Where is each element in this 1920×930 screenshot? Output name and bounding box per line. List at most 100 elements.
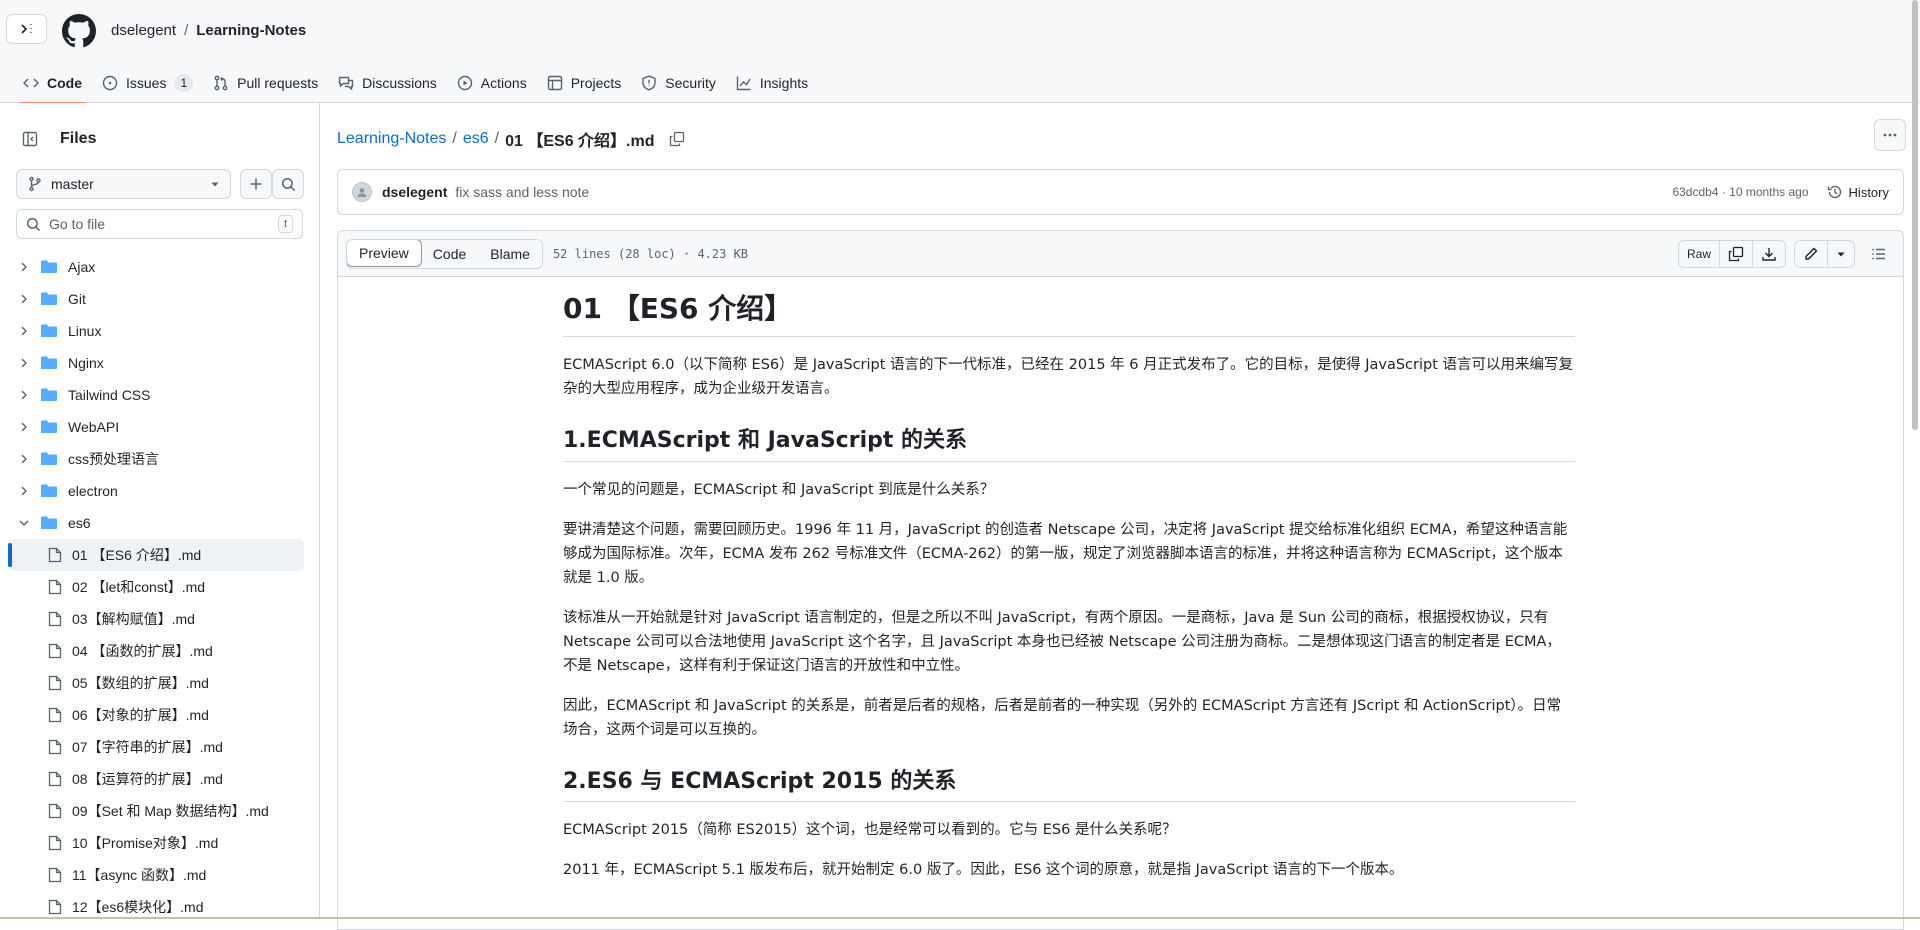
tree-file[interactable]: 06【对象的扩展】.md bbox=[8, 699, 304, 731]
tree-file[interactable]: 09【Set 和 Map 数据结构】.md bbox=[8, 795, 304, 827]
tree-folder-tailwind-css[interactable]: Tailwind CSS bbox=[8, 379, 304, 411]
tab-label: Projects bbox=[571, 75, 622, 91]
chevron-right-icon[interactable] bbox=[16, 261, 32, 273]
edit-dropdown-button[interactable] bbox=[1828, 241, 1854, 267]
tab-insights[interactable]: Insights bbox=[726, 63, 818, 103]
search-files-button[interactable] bbox=[272, 169, 304, 199]
caret-down-icon bbox=[1836, 249, 1846, 259]
go-to-file-input[interactable] bbox=[49, 216, 270, 232]
chevron-right-icon[interactable] bbox=[16, 357, 32, 369]
commit-hash-time[interactable]: 63dcdb4 · 10 months ago bbox=[1672, 185, 1808, 199]
commit-author-link[interactable]: dselegent bbox=[382, 184, 447, 200]
file-content-box: Preview Code Blame 52 lines (28 loc) · 4… bbox=[337, 230, 1904, 930]
tree-file[interactable]: 04 【函数的扩展】.md bbox=[8, 635, 304, 667]
chevron-right-icon[interactable] bbox=[16, 453, 32, 465]
tab-projects[interactable]: Projects bbox=[537, 63, 632, 103]
breadcrumb-separator: / bbox=[495, 130, 499, 148]
tree-folder-webapi[interactable]: WebAPI bbox=[8, 411, 304, 443]
tree-folder-linux[interactable]: Linux bbox=[8, 315, 304, 347]
tree-item-label: Ajax bbox=[68, 259, 95, 275]
code-tab-button[interactable]: Code bbox=[421, 240, 478, 268]
chevron-right-icon[interactable] bbox=[16, 485, 32, 497]
copy-icon bbox=[669, 131, 685, 147]
preview-tab-button[interactable]: Preview bbox=[346, 239, 422, 267]
add-file-button[interactable] bbox=[240, 169, 272, 199]
collapse-sidebar-button[interactable] bbox=[14, 123, 46, 155]
tree-file[interactable]: 07【字符串的扩展】.md bbox=[8, 731, 304, 763]
folder-icon bbox=[40, 419, 58, 435]
raw-button[interactable]: Raw bbox=[1679, 241, 1720, 267]
history-label: History bbox=[1849, 185, 1889, 200]
tree-file[interactable]: 10【Promise对象】.md bbox=[8, 827, 304, 859]
tree-item-label: electron bbox=[68, 483, 118, 499]
tree-folder-es6[interactable]: es6 bbox=[8, 507, 304, 539]
breadcrumb-repo-link[interactable]: Learning-Notes bbox=[337, 130, 446, 148]
tab-security[interactable]: Security bbox=[631, 63, 726, 103]
tab-code[interactable]: Code bbox=[13, 63, 92, 103]
chevron-down-icon[interactable] bbox=[16, 517, 32, 529]
blame-tab-button[interactable]: Blame bbox=[478, 240, 542, 268]
commit-message-link[interactable]: fix sass and less note bbox=[455, 184, 589, 200]
tree-folder-ajax[interactable]: Ajax bbox=[8, 251, 304, 283]
download-button[interactable] bbox=[1753, 241, 1785, 267]
tree-file-es6-intro[interactable]: 01 【ES6 介绍】.md bbox=[8, 539, 304, 571]
history-button[interactable]: History bbox=[1827, 184, 1889, 200]
chevron-right-icon[interactable] bbox=[16, 293, 32, 305]
tree-file[interactable]: 05【数组的扩展】.md bbox=[8, 667, 304, 699]
tree-file[interactable]: 08【运算符的扩展】.md bbox=[8, 763, 304, 795]
file-icon bbox=[48, 771, 62, 787]
tree-folder-nginx[interactable]: Nginx bbox=[8, 347, 304, 379]
tree-file[interactable]: 11【async 函数】.md bbox=[8, 859, 304, 891]
go-to-file-field[interactable]: t bbox=[16, 209, 303, 239]
shortcut-key: t bbox=[278, 215, 293, 233]
tab-label: Issues bbox=[126, 75, 166, 91]
search-icon bbox=[281, 177, 296, 192]
tree-item-label: Git bbox=[68, 291, 86, 307]
tree-file[interactable]: 03【解构赋值】.md bbox=[8, 603, 304, 635]
chevron-right-icon[interactable] bbox=[16, 421, 32, 433]
file-icon bbox=[48, 803, 62, 819]
copy-raw-button[interactable] bbox=[1720, 241, 1753, 267]
view-mode-switch: Preview Code Blame bbox=[346, 239, 543, 269]
folder-icon bbox=[40, 355, 58, 371]
more-options-button[interactable] bbox=[1874, 119, 1906, 151]
avatar[interactable] bbox=[352, 182, 372, 202]
sidebar-expand-icon bbox=[18, 21, 36, 37]
paragraph: 因此，ECMAScript 和 JavaScript 的关系是，前者是后者的规格… bbox=[563, 694, 1575, 742]
copy-path-button[interactable] bbox=[669, 131, 685, 147]
file-tree-sidebar: Files master t Ajax Git Linux bbox=[0, 103, 320, 919]
history-icon bbox=[1827, 184, 1843, 200]
paragraph: 一个常见的问题是，ECMAScript 和 JavaScript 到底是什么关系… bbox=[563, 478, 1575, 502]
open-menu-button[interactable] bbox=[6, 14, 47, 44]
paragraph: 要讲清楚这个问题，需要回顾历史。1996 年 11 月，JavaScript 的… bbox=[563, 518, 1575, 590]
chevron-right-icon[interactable] bbox=[16, 325, 32, 337]
caret-down-icon bbox=[210, 179, 220, 189]
chevron-right-icon[interactable] bbox=[16, 389, 32, 401]
file-toolbar: Preview Code Blame 52 lines (28 loc) · 4… bbox=[338, 231, 1903, 277]
tree-folder-css-preprocessors[interactable]: css预处理语言 bbox=[8, 443, 304, 475]
tree-folder-git[interactable]: Git bbox=[8, 283, 304, 315]
tab-issues[interactable]: Issues 1 bbox=[92, 63, 203, 103]
tree-item-label: es6 bbox=[68, 515, 91, 531]
tab-actions[interactable]: Actions bbox=[447, 63, 537, 103]
edit-file-button[interactable] bbox=[1795, 241, 1828, 267]
tree-folder-electron[interactable]: electron bbox=[8, 475, 304, 507]
breadcrumb-folder-link[interactable]: es6 bbox=[463, 130, 489, 148]
repo-name-link[interactable]: Learning-Notes bbox=[196, 22, 306, 39]
file-icon bbox=[48, 835, 62, 851]
repo-owner-link[interactable]: dselegent bbox=[111, 22, 176, 39]
tab-label: Insights bbox=[760, 75, 808, 91]
tree-item-label: 04 【函数的扩展】.md bbox=[72, 641, 213, 661]
tab-pull-requests[interactable]: Pull requests bbox=[203, 63, 328, 103]
edit-actions-group bbox=[1794, 240, 1855, 268]
github-logo-icon[interactable] bbox=[62, 14, 96, 48]
repo-tabs: Code Issues 1 Pull requests Discussions … bbox=[13, 63, 818, 103]
breadcrumb: Learning-Notes / es6 / 01 【ES6 介绍】.md bbox=[337, 127, 685, 151]
tree-item-label: 06【对象的扩展】.md bbox=[72, 705, 209, 725]
tab-discussions[interactable]: Discussions bbox=[328, 63, 447, 103]
branch-selector[interactable]: master bbox=[16, 169, 231, 199]
page-scrollbar[interactable] bbox=[1912, 0, 1918, 430]
outline-button[interactable] bbox=[1863, 240, 1895, 268]
paragraph: 该标准从一开始就是针对 JavaScript 语言制定的，但是之所以不叫 Jav… bbox=[563, 606, 1575, 678]
tree-file[interactable]: 02 【let和const】.md bbox=[8, 571, 304, 603]
